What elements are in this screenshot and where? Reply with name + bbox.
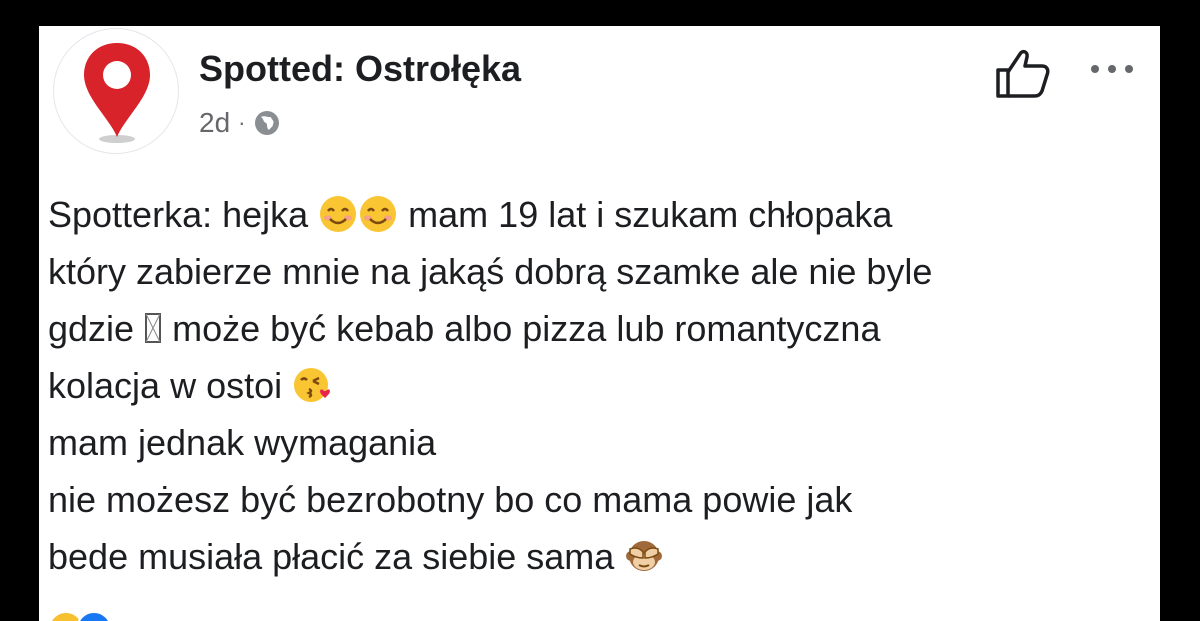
post-meta: 2d · bbox=[199, 105, 281, 141]
reaction-summary[interactable] bbox=[48, 611, 112, 621]
post-text-segment: nie możesz być bezrobotny bo co mama pow… bbox=[48, 479, 853, 520]
post-text-segment: mam 19 lat i szukam chłopaka bbox=[398, 194, 893, 235]
post-body: Spotterka: hejka mam 19 lat i szukam chł… bbox=[48, 186, 1148, 585]
more-options-icon[interactable] bbox=[1089, 62, 1135, 80]
post-timestamp[interactable]: 2d bbox=[199, 107, 230, 139]
globe-icon bbox=[255, 111, 280, 135]
smiling-face-emoji bbox=[320, 196, 357, 233]
like-page-icon[interactable] bbox=[992, 46, 1052, 107]
post-text-segment: który zabierze mnie na jakąś dobrą szamk… bbox=[48, 251, 933, 292]
post-text-segment: bede musiała płacić za siebie sama bbox=[48, 536, 625, 577]
post-text-segment: Spotterka: hejka bbox=[48, 194, 319, 235]
post-line: który zabierze mnie na jakąś dobrą szamk… bbox=[48, 243, 1148, 300]
smiling-face-emoji bbox=[360, 196, 397, 233]
post-line: gdzie może być kebab albo pizza lub roma… bbox=[48, 300, 1148, 357]
map-pin-icon bbox=[84, 43, 150, 143]
page-avatar[interactable] bbox=[53, 28, 179, 154]
post-text-segment: gdzie bbox=[48, 308, 145, 349]
post-line: Spotterka: hejka mam 19 lat i szukam chł… bbox=[48, 186, 1148, 243]
post-card: Spotted: Ostrołęka 2d · Spotterka: hejka… bbox=[39, 26, 1160, 621]
kissing-face-emoji bbox=[294, 368, 331, 403]
missing-glyph-box bbox=[145, 313, 162, 344]
post-line: kolacja w ostoi bbox=[48, 357, 1148, 414]
meta-separator: · bbox=[238, 110, 246, 135]
see-no-evil-monkey-emoji bbox=[626, 541, 663, 572]
page-name[interactable]: Spotted: Ostrołęka bbox=[199, 48, 521, 90]
post-line: bede musiała płacić za siebie sama bbox=[48, 528, 1148, 585]
post-text-segment: mam jednak wymagania bbox=[48, 422, 437, 463]
post-line: nie możesz być bezrobotny bo co mama pow… bbox=[48, 471, 1148, 528]
post-text-segment: kolacja w ostoi bbox=[48, 365, 293, 406]
like-reaction-icon bbox=[76, 611, 112, 621]
post-line: mam jednak wymagania bbox=[48, 414, 1148, 471]
post-text-segment: może być kebab albo pizza lub romantyczn… bbox=[162, 308, 881, 349]
